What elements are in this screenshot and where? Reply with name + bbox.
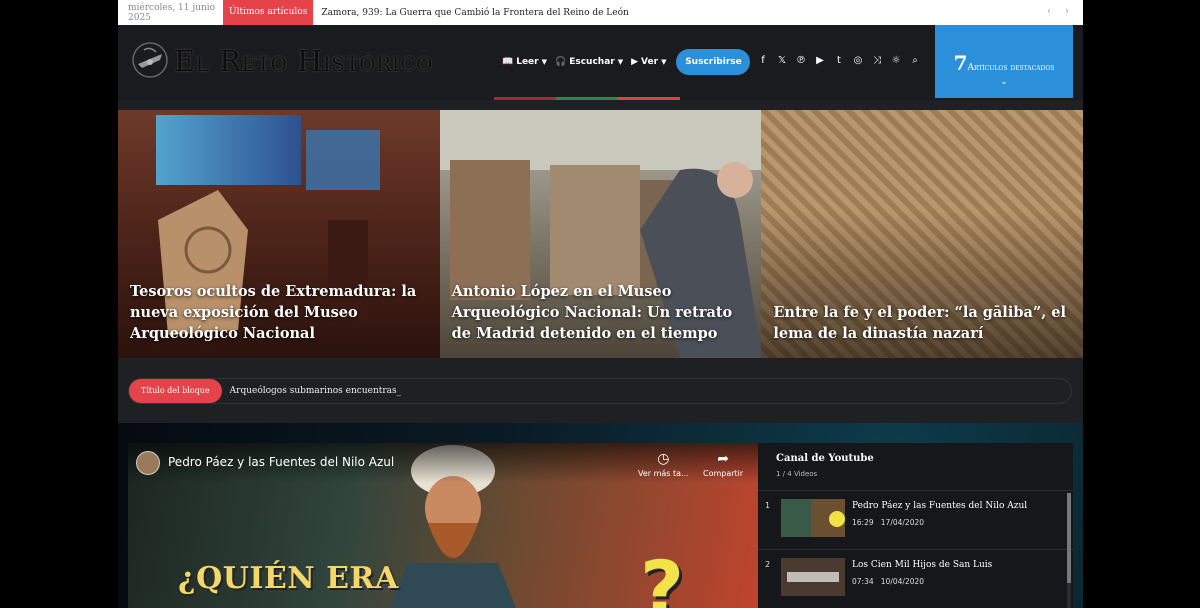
x-icon[interactable]: 𝕏 (777, 55, 787, 66)
top-bar: miércoles, 11 junio 2025 Últimos artícul… (118, 0, 1083, 25)
block-title-badge: Título del bloque (129, 379, 222, 403)
logo-emblem-icon (132, 42, 168, 78)
youtube-player[interactable]: Pedro Páez y las Fuentes del Nilo Azul ◷… (128, 443, 758, 608)
headphones-icon: 🎧 (555, 57, 567, 67)
list-item[interactable]: 1 Pedro Páez y las Fuentes del Nilo Azul… (758, 491, 1073, 549)
nav-color-bar (494, 97, 680, 100)
subscribe-button[interactable]: Suscribirse (676, 49, 751, 75)
youtube-icon[interactable]: ▶ (815, 55, 825, 66)
hero-card[interactable]: Tesoros ocultos de Extremadura: la nueva… (118, 110, 440, 358)
hero-card[interactable]: Antonio López en el Museo Arqueológico N… (439, 110, 762, 358)
page: miércoles, 11 junio 2025 Últimos artícul… (118, 0, 1083, 608)
channel-header: Canal de Youtube 1 / 4 Videos (758, 443, 1073, 491)
latest-articles-tag: Últimos artículos (223, 0, 314, 25)
latest-article-link[interactable]: Zamora, 939: La Guerra que Cambió la Fro… (313, 8, 629, 18)
share-icon: ➦ (717, 451, 729, 467)
instagram-icon[interactable]: ◎ (853, 55, 863, 66)
list-item[interactable]: 2 Los Cien Mil Hijos de San Luis 07:34 1… (758, 549, 1073, 607)
video-thumbnail (781, 558, 845, 596)
video-title[interactable]: Pedro Páez y las Fuentes del Nilo Azul (168, 455, 394, 469)
question-mark-graphic: ? (640, 544, 685, 608)
chevron-down-icon: ▼ (541, 58, 547, 66)
tumblr-icon[interactable]: t (834, 55, 844, 66)
chevron-down-icon: ▼ (661, 58, 667, 66)
chevron-down-icon: ▼ (617, 58, 624, 66)
channel-avatar[interactable] (136, 451, 160, 475)
facebook-icon[interactable]: f (758, 55, 768, 66)
hero-caption: Tesoros ocultos de Extremadura: la nueva… (130, 283, 417, 342)
current-date: miércoles, 11 junio 2025 (128, 2, 216, 23)
shuffle-icon[interactable]: ⤨ (872, 55, 882, 66)
video-thumbnail (781, 499, 845, 537)
nav-item-leer[interactable]: 📖 Leer ▼ (502, 57, 547, 67)
channel-title: Canal de Youtube (776, 453, 874, 464)
chevron-left-icon[interactable]: ‹ (1047, 6, 1051, 17)
site-logo[interactable]: El Reto Histórico (130, 40, 433, 80)
clock-icon: ◷ (657, 451, 670, 467)
video-meta: 07:34 10/04/2020 (852, 577, 925, 586)
featured-count: 7 (953, 51, 968, 75)
nav-item-escuchar[interactable]: 🎧 Escuchar ▼ (555, 57, 623, 67)
ticker-arrows: ‹ › (1047, 6, 1069, 17)
chevron-down-icon: ⌄ (1000, 77, 1008, 87)
hero-caption: Entre la fe y el poder: “la gāliba”, el … (773, 304, 1067, 342)
site-title: El Reto Histórico (174, 44, 433, 78)
book-icon: 📖 (502, 57, 514, 67)
main-nav: 📖 Leer ▼ 🎧 Escuchar ▼ ▶ Ver ▼ Suscribirs… (502, 49, 751, 75)
social-icons: f 𝕏 ℗ ▶ t ◎ ⤨ ☼ ⌕ (758, 55, 920, 66)
watch-later-button[interactable]: ◷ Ver más ta... (638, 451, 689, 478)
youtube-icon: ▶ (631, 57, 639, 67)
video-headline: ¿QUIÉN ERA (178, 561, 399, 596)
scrollbar[interactable] (1067, 493, 1071, 608)
youtube-channel-list: Canal de Youtube 1 / 4 Videos 1 Pedro Pá… (758, 443, 1073, 608)
nav-label: Ver (641, 57, 659, 67)
nav-label: Escuchar (569, 57, 615, 67)
nav-label: Leer (516, 57, 539, 67)
hero-card[interactable]: Entre la fe y el poder: “la gāliba”, el … (761, 110, 1083, 358)
search-icon[interactable]: ⌕ (910, 55, 920, 66)
featured-label: Artículos destacados (967, 63, 1055, 73)
block-ticker-text[interactable]: Arqueólogos submarinos encuentras_ (230, 386, 402, 396)
video-meta: 16:29 17/04/2020 (852, 518, 925, 527)
share-button[interactable]: ➦ Compartir (703, 451, 743, 478)
hero-caption: Antonio López en el Museo Arqueológico N… (451, 283, 733, 342)
chevron-right-icon[interactable]: › (1065, 6, 1069, 17)
nav-item-ver[interactable]: ▶ Ver ▼ (631, 57, 666, 67)
block-ticker: Título del bloque Arqueólogos submarinos… (128, 378, 1072, 404)
video-section: Pedro Páez y las Fuentes del Nilo Azul ◷… (118, 423, 1083, 608)
pinterest-icon[interactable]: ℗ (796, 55, 806, 66)
video-list-title: Los Cien Mil Hijos de San Luis (852, 560, 993, 570)
video-count: 1 / 4 Videos (776, 470, 818, 478)
video-list-title: Pedro Páez y las Fuentes del Nilo Azul (852, 501, 1028, 511)
site-header: El Reto Histórico 📖 Leer ▼ 🎧 Escuchar ▼ … (118, 25, 1083, 100)
sun-icon[interactable]: ☼ (891, 55, 901, 66)
hero-grid: Tesoros ocultos de Extremadura: la nueva… (118, 110, 1083, 358)
featured-articles-button[interactable]: 7 Artículos destacados ⌄ (935, 25, 1073, 98)
